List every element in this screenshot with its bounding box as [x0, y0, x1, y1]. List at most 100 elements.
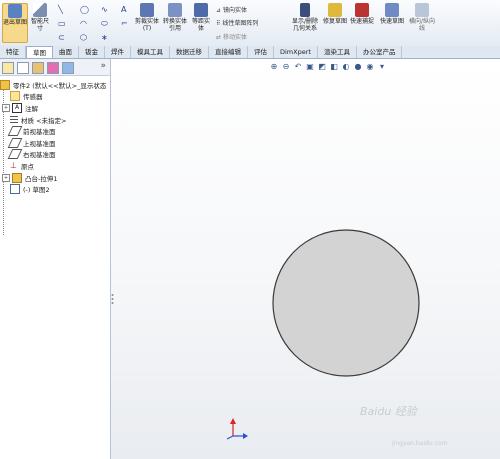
- spline-icon[interactable]: ∿: [101, 5, 110, 14]
- tab-data-migration[interactable]: 数据迁移: [170, 46, 209, 58]
- convert-icon: [168, 3, 182, 17]
- collapse-panel-icon[interactable]: »: [100, 61, 106, 71]
- move-entities-button[interactable]: ⇄ 移动实体: [216, 32, 247, 41]
- config-manager-tab-icon[interactable]: [32, 62, 44, 74]
- tab-dimxpert[interactable]: DimXpert: [274, 46, 318, 58]
- exit-sketch-label: 退出草图: [3, 19, 28, 26]
- repair-sketch-button[interactable]: 修复草图: [323, 3, 347, 25]
- feature-manager-tab-icon[interactable]: [2, 62, 14, 74]
- line-icon[interactable]: ╲: [58, 5, 67, 14]
- tab-surfaces[interactable]: 曲面: [53, 46, 79, 58]
- trim-icon: [140, 3, 154, 17]
- tree-item-label: 右视基准面: [23, 151, 56, 160]
- trim-label: 剪裁实体(T): [134, 18, 159, 32]
- tree-item-top-plane[interactable]: 上视基准面: [0, 137, 110, 149]
- polygon-icon[interactable]: ⬡: [80, 33, 89, 42]
- panel-splitter[interactable]: [110, 292, 115, 306]
- tree-item-front-plane[interactable]: 前视基准面: [0, 125, 110, 137]
- tab-weldments[interactable]: 焊件: [105, 46, 131, 58]
- text-icon[interactable]: A: [121, 5, 130, 14]
- smart-dimension-button[interactable]: 智能尺寸: [29, 3, 51, 32]
- tab-render-tools[interactable]: 渲染工具: [318, 46, 357, 58]
- watermark-logo: Baidu 经验: [360, 405, 417, 418]
- tab-sketch[interactable]: 草图: [26, 46, 53, 58]
- tab-sheet-metal[interactable]: 钣金: [79, 46, 105, 58]
- rapid-snap-button[interactable]: 快速捕捉: [350, 3, 374, 25]
- tree-item-right-plane[interactable]: 右视基准面: [0, 149, 110, 161]
- instant2d-icon: [415, 3, 429, 17]
- quick-sketch-button[interactable]: 快速草图: [380, 3, 404, 25]
- convert-label: 转换实体引用: [162, 18, 187, 32]
- exit-sketch-icon: [8, 4, 22, 18]
- tab-office-products[interactable]: 办公室产品: [357, 46, 403, 58]
- property-manager-tab-icon[interactable]: [17, 62, 29, 74]
- extrude-icon: [12, 172, 22, 183]
- plane-icon: [7, 149, 23, 160]
- tree-item-annotations[interactable]: + A 注解: [0, 102, 110, 114]
- tree-item-label: 原点: [21, 162, 34, 171]
- material-icon: [10, 115, 18, 124]
- tree-item-boss-extrude[interactable]: + 凸台-拉伸1: [0, 172, 110, 184]
- tree-item-label: 凸台-拉伸1: [25, 174, 58, 183]
- slot-icon[interactable]: ⊂: [58, 33, 67, 42]
- feature-tree: 零件2 (默认<<默认>_显示状态 传感器 + A 注解 材质 <未指定> 前视…: [0, 79, 110, 195]
- tab-mold-tools[interactable]: 模具工具: [131, 46, 170, 58]
- watermark-url: jingyan.baidu.com: [392, 440, 448, 447]
- origin-icon: ⊥: [10, 160, 17, 170]
- tab-direct-editing[interactable]: 直接编辑: [209, 46, 248, 58]
- expand-icon[interactable]: +: [2, 173, 10, 182]
- mirror-entities-button[interactable]: ⊿ 镜向实体: [216, 5, 247, 14]
- pattern-label: 线性草图阵列: [222, 20, 259, 27]
- rapid-snap-label: 快速捕捉: [350, 18, 375, 25]
- command-manager-ribbon: 退出草图 智能尺寸 ╲ ◯ ∿ ▭ ◠ ⬭ ⊂ ⬡ ∗ A ⌐ 剪裁实体(T) …: [0, 0, 500, 47]
- point-icon[interactable]: ∗: [101, 33, 110, 42]
- tab-features[interactable]: 特征: [0, 46, 26, 58]
- trim-entities-button[interactable]: 剪裁实体(T): [134, 3, 160, 32]
- repair-label: 修复草图: [323, 18, 348, 25]
- tab-evaluate[interactable]: 评估: [248, 46, 274, 58]
- tree-item-sketch2[interactable]: (-) 草图2: [0, 183, 110, 195]
- sketch-icon: [10, 184, 20, 195]
- arc-icon[interactable]: ◠: [80, 19, 89, 28]
- rectangle-icon[interactable]: ▭: [58, 19, 67, 28]
- tree-item-label: 前视基准面: [23, 128, 56, 137]
- tree-root-label: 零件2 (默认<<默认>_显示状态: [13, 81, 107, 90]
- relations-label: 显示/删除几何关系: [291, 18, 319, 32]
- instant2d-button[interactable]: 横向/纵向线: [408, 3, 436, 32]
- offset-icon: [194, 3, 208, 17]
- tree-item-origin[interactable]: ⊥ 原点: [0, 160, 110, 172]
- instant2d-label: 横向/纵向线: [408, 18, 436, 32]
- tree-item-material[interactable]: 材质 <未指定>: [0, 114, 110, 126]
- linear-pattern-button[interactable]: ⠿ 线性草图阵列: [216, 18, 258, 27]
- dimxpert-manager-tab-icon[interactable]: [47, 62, 59, 74]
- tree-item-label: 注解: [25, 104, 38, 113]
- display-delete-relations-button[interactable]: 显示/删除几何关系: [290, 3, 320, 32]
- quick-sketch-label: 快速草图: [380, 18, 405, 25]
- part-icon: [0, 79, 10, 90]
- origin-triad-icon: [226, 418, 248, 440]
- circle-icon[interactable]: ◯: [80, 5, 89, 14]
- plane-icon: [7, 126, 23, 137]
- sketch-canvas: [226, 229, 420, 440]
- tree-item-label: 材质 <未指定>: [21, 116, 67, 125]
- exit-sketch-button[interactable]: 退出草图: [2, 3, 28, 43]
- tree-root[interactable]: 零件2 (默认<<默认>_显示状态: [0, 79, 110, 91]
- ellipse-icon[interactable]: ⬭: [101, 19, 110, 28]
- offset-entities-button[interactable]: 等距实体: [190, 3, 212, 32]
- sensor-icon: [10, 91, 20, 102]
- rapid-snap-icon: [355, 3, 369, 17]
- convert-entities-button[interactable]: 转换实体引用: [162, 3, 188, 32]
- move-label: 移动实体: [222, 34, 247, 41]
- sketch-circle[interactable]: [272, 229, 420, 377]
- repair-icon: [328, 3, 342, 17]
- tree-item-sensors[interactable]: 传感器: [0, 91, 110, 103]
- smart-dimension-label: 智能尺寸: [30, 18, 49, 32]
- tree-item-label: (-) 草图2: [23, 186, 50, 195]
- fillet-icon[interactable]: ⌐: [121, 19, 130, 28]
- annotation-icon: A: [12, 102, 22, 113]
- display-manager-tab-icon[interactable]: [62, 62, 74, 74]
- mirror-label: 镜向实体: [222, 7, 247, 14]
- feature-manager-panel: » 零件2 (默认<<默认>_显示状态 传感器 + A 注解 材质 <未指定> …: [0, 59, 111, 459]
- graphics-area[interactable]: ⊕ ⊖ ↶ ▣ ◩ ◧ ◐ ● ◉ ▾: [111, 59, 500, 459]
- expand-icon[interactable]: +: [2, 103, 10, 112]
